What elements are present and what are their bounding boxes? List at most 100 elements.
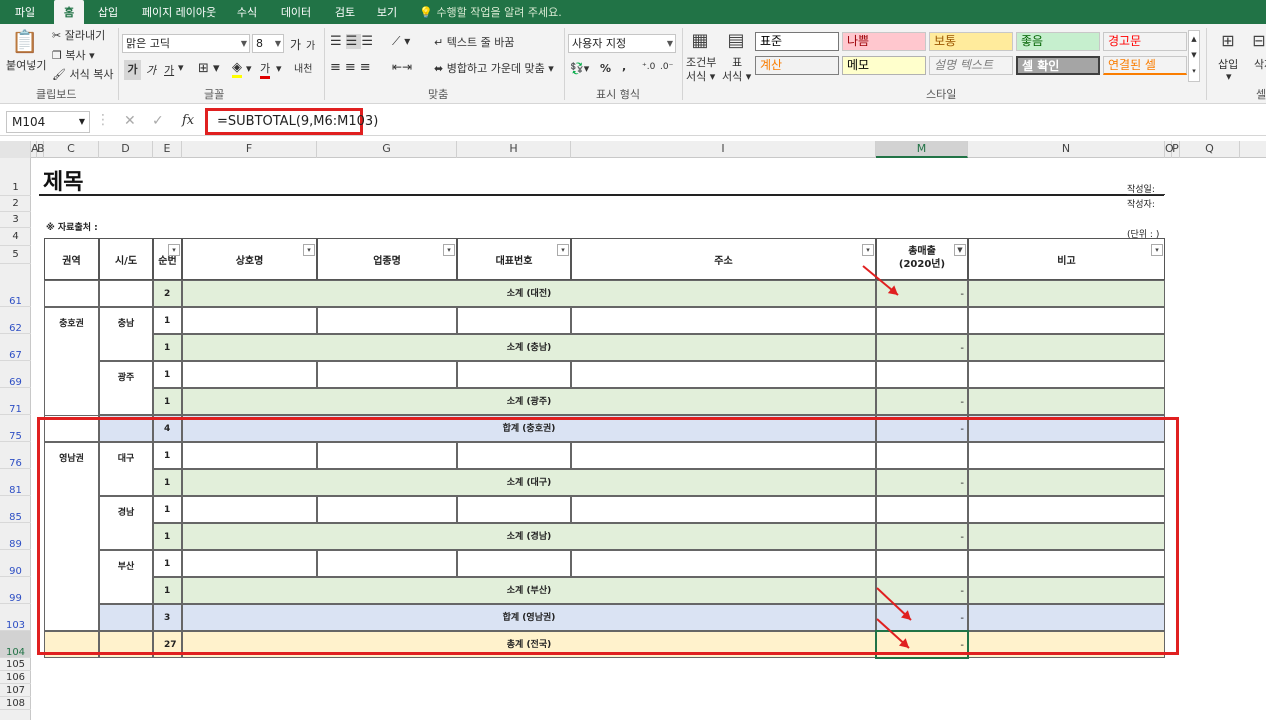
cell-no[interactable]: 2 [153, 280, 182, 307]
column-header-m[interactable]: M [876, 141, 968, 158]
insert-function-icon[interactable]: fx [182, 113, 194, 128]
delete-cells-button[interactable]: 삭제 [1254, 56, 1266, 72]
number-format-select[interactable]: 사용자 지정 ▼ [568, 34, 676, 53]
column-header-g[interactable]: G [317, 141, 457, 158]
insert-cells-dropdown[interactable]: ▾ [1226, 70, 1232, 83]
tab-home[interactable]: 홈 [54, 0, 84, 24]
row-header-81[interactable]: 81 [0, 469, 31, 496]
wrap-text-button[interactable]: ↵ 텍스트 줄 바꿈 [434, 34, 514, 50]
row-header-85[interactable]: 85 [0, 496, 31, 523]
conditional-format-icon[interactable]: ▦ [688, 28, 712, 52]
region-cell[interactable] [44, 280, 99, 307]
underline-button[interactable]: 가 [164, 62, 174, 78]
paste-button[interactable]: 붙여넣기 [6, 57, 46, 73]
column-header-q[interactable]: Q [1180, 141, 1240, 158]
sales-value[interactable]: - [876, 388, 968, 415]
font-name-select[interactable]: 맑은 고딕 ▼ [122, 34, 250, 53]
border-icon[interactable]: ⊞ ▾ [198, 61, 220, 76]
fill-color-dropdown[interactable]: ▾ [246, 62, 252, 75]
column-header-i[interactable]: I [571, 141, 876, 158]
cell-no[interactable]: 1 [153, 388, 182, 415]
row-header-1[interactable]: 1 [0, 180, 31, 196]
currency-icon[interactable]: 💱▾ [570, 62, 589, 75]
phonetic-button[interactable]: 내천 [294, 60, 312, 75]
cell-no[interactable]: 1 [153, 361, 182, 388]
row-header-89[interactable]: 89 [0, 523, 31, 550]
column-header-p[interactable]: P [1172, 141, 1180, 158]
orientation-icon[interactable]: ⟋ ▾ [392, 34, 410, 49]
comma-button[interactable]: , [622, 60, 626, 73]
filter-active-icon[interactable]: ▼ [954, 244, 966, 256]
filter-dropdown-icon[interactable]: ▾ [1151, 244, 1163, 256]
data-cell[interactable] [182, 307, 317, 334]
data-cell[interactable] [457, 307, 571, 334]
tell-me-box[interactable]: 💡 수행할 작업을 알려 주세요. [418, 0, 563, 24]
table-format-icon[interactable]: ▤ [724, 28, 748, 52]
cell-style-9[interactable]: 연결된 셀 [1103, 56, 1187, 75]
data-cell[interactable] [317, 307, 457, 334]
tab-formulas[interactable]: 수식 [232, 0, 262, 24]
tab-page-layout[interactable]: 페이지 레이아웃 [136, 0, 222, 24]
row-header-103[interactable]: 103 [0, 604, 31, 631]
row-header-67[interactable]: 67 [0, 334, 31, 361]
indent-icons[interactable]: ⇤⇥ [392, 60, 412, 74]
row-header-5[interactable]: 5 [0, 246, 31, 264]
filter-dropdown-icon[interactable]: ▾ [168, 244, 180, 256]
city-cell[interactable]: 광주 [99, 361, 153, 415]
column-header-c[interactable]: C [44, 141, 99, 158]
row-header-75[interactable]: 75 [0, 415, 31, 442]
fill-color-icon[interactable]: ◈ [232, 60, 242, 78]
row-header-108[interactable]: 108 [0, 697, 31, 710]
column-header-n[interactable]: N [968, 141, 1165, 158]
decrease-decimal-icon[interactable]: .0⁻ [660, 62, 673, 72]
increase-decimal-icon[interactable]: ⁺.0 [642, 62, 655, 72]
data-cell[interactable] [876, 361, 968, 388]
data-cell[interactable] [876, 307, 968, 334]
cell-no[interactable]: 1 [153, 334, 182, 361]
grow-font-button[interactable]: 가 [290, 36, 301, 53]
sales-value[interactable]: - [876, 334, 968, 361]
cell-style-1[interactable]: 나쁨 [842, 32, 926, 51]
data-cell[interactable] [571, 361, 876, 388]
cut-button[interactable]: ✂ 잘라내기 [52, 27, 105, 43]
row-header-71[interactable]: 71 [0, 388, 31, 415]
row-header-99[interactable]: 99 [0, 577, 31, 604]
vertical-align-icons[interactable]: ☰☰☰ [330, 34, 377, 49]
data-cell[interactable] [457, 361, 571, 388]
column-header-d[interactable]: D [99, 141, 153, 158]
row-header-76[interactable]: 76 [0, 442, 31, 469]
data-cell[interactable] [968, 307, 1165, 334]
cell-style-5[interactable]: 계산 [755, 56, 839, 75]
tab-data[interactable]: 데이터 [276, 0, 316, 24]
styles-scroll[interactable]: ▲ ▼ ▾ [1188, 30, 1200, 82]
city-cell[interactable] [99, 280, 153, 307]
note-cell[interactable] [968, 280, 1165, 307]
note-cell[interactable] [968, 334, 1165, 361]
column-header-b[interactable]: B [37, 141, 45, 158]
cell-style-6[interactable]: 메모 [842, 56, 926, 75]
format-painter-button[interactable]: 🖌 서식 복사 [52, 66, 113, 82]
cell-style-0[interactable]: 표준 [755, 32, 839, 51]
cell-no[interactable]: 1 [153, 307, 182, 334]
merge-center-button[interactable]: ⬌ 병합하고 가운데 맞춤 ▾ [434, 60, 554, 76]
shrink-font-button[interactable]: 가 [306, 37, 315, 52]
font-size-select[interactable]: 8 ▼ [252, 34, 284, 53]
data-cell[interactable] [317, 361, 457, 388]
data-cell[interactable] [182, 361, 317, 388]
paste-icon[interactable]: 📋 [11, 28, 38, 56]
delete-cells-icon[interactable]: ⊟ [1252, 28, 1266, 52]
name-box[interactable]: M104 ▼ [6, 111, 90, 133]
cell-style-4[interactable]: 경고문 [1103, 32, 1187, 51]
city-cell[interactable]: 충남 [99, 307, 153, 361]
tab-file[interactable]: 파일 [6, 0, 44, 24]
italic-button[interactable]: 가 [146, 62, 156, 78]
tab-view[interactable]: 보기 [372, 0, 402, 24]
row-header-106[interactable]: 106 [0, 671, 31, 684]
row-header-90[interactable]: 90 [0, 550, 31, 577]
column-header-f[interactable]: F [182, 141, 317, 158]
column-header-o[interactable]: O [1165, 141, 1174, 158]
cell-style-7[interactable]: 설명 텍스트 [929, 56, 1013, 75]
row-header-107[interactable]: 107 [0, 684, 31, 697]
filter-dropdown-icon[interactable]: ▾ [862, 244, 874, 256]
row-header-69[interactable]: 69 [0, 361, 31, 388]
